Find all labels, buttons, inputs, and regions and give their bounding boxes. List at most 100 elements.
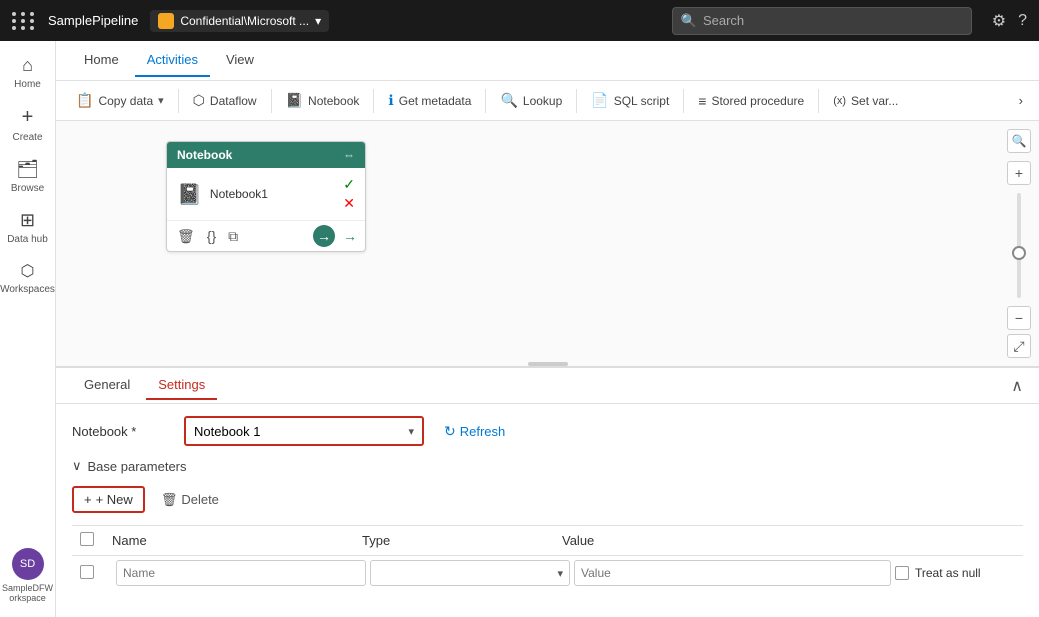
panel-collapse-button[interactable]: ∧ (1011, 376, 1023, 396)
node-label: Notebook1 (210, 187, 268, 201)
refresh-button[interactable]: ↻ Refresh (436, 419, 513, 444)
panel-tabs: General Settings ∧ (56, 368, 1039, 404)
zoom-slider[interactable] (1017, 193, 1021, 298)
col-type-header: Type (362, 533, 562, 548)
notebook-select-chevron-icon: ▾ (408, 425, 414, 438)
tab-settings[interactable]: Settings (146, 371, 217, 400)
node-actions: 🗑 {} ⧉ → → (167, 220, 365, 251)
set-var-button[interactable]: (x) Set var... (825, 90, 906, 112)
browse-icon: 🗂 (16, 159, 39, 180)
settings-icon[interactable]: ⚙ (992, 11, 1006, 31)
bottom-panel: General Settings ∧ Notebook * Notebook 1… (56, 367, 1039, 617)
tab-general[interactable]: General (72, 371, 142, 400)
stored-procedure-button[interactable]: ≡ Stored procedure (690, 89, 812, 113)
value-input[interactable] (574, 560, 891, 586)
notebook-button[interactable]: 📓 Notebook (278, 88, 368, 113)
toolbar-more-button[interactable]: › (1015, 89, 1027, 112)
tab-activities[interactable]: Activities (135, 44, 210, 77)
base-params-label: Base parameters (88, 459, 187, 474)
copy-data-icon: 📋 (76, 92, 93, 109)
lookup-label: Lookup (523, 94, 562, 108)
toolbar-divider-7 (818, 89, 819, 113)
search-icon: 🔍 (681, 13, 697, 29)
search-bar[interactable]: 🔍 Search (672, 7, 972, 35)
node-body: 📓 Notebook1 ✓ ✕ (167, 168, 365, 220)
node-copy-icon[interactable]: ⧉ (226, 226, 240, 247)
sidebar-item-browse[interactable]: 🗂 Browse (2, 153, 54, 200)
topbar: SamplePipeline Confidential\Microsoft ..… (0, 0, 1039, 41)
main-content: Home Activities View 📋 Copy data ▾ ⬡ Dat… (56, 41, 1039, 617)
toolbar-divider-5 (576, 89, 577, 113)
base-parameters-section: ∨ Base parameters (72, 458, 1023, 474)
help-icon[interactable]: ? (1018, 12, 1027, 30)
base-params-header[interactable]: ∨ Base parameters (72, 458, 1023, 474)
node-code-icon[interactable]: {} (205, 226, 218, 246)
new-label: + New (96, 492, 133, 507)
tab-view[interactable]: View (214, 44, 266, 77)
pipeline-title: SamplePipeline (48, 13, 138, 28)
settings-content: Notebook * Notebook 1 ▾ ↻ Refresh ∨ Base… (56, 404, 1039, 617)
sidebar-item-browse-label: Browse (11, 183, 44, 194)
set-var-icon: (x) (833, 95, 846, 107)
tab-home[interactable]: Home (72, 44, 131, 77)
delete-param-button[interactable]: 🗑 Delete (153, 488, 227, 512)
search-placeholder: Search (703, 13, 744, 28)
sidebar-item-workspace-name[interactable]: SD SampleDFWorkspace (2, 542, 54, 609)
row-select-checkbox[interactable] (80, 565, 94, 579)
sidebar-item-create[interactable]: + Create (2, 100, 54, 149)
zoom-out-button[interactable]: − (1007, 306, 1031, 330)
name-input[interactable] (116, 560, 366, 586)
node-resize-icon[interactable]: ⇔ (343, 148, 355, 162)
dataflow-icon: ⬡ (193, 92, 205, 109)
select-all-checkbox[interactable] (80, 532, 94, 546)
get-metadata-label: Get metadata (399, 94, 472, 108)
workspace-avatar: SD (12, 548, 44, 580)
zoom-in-button[interactable]: + (1007, 161, 1031, 185)
get-metadata-button[interactable]: ℹ Get metadata (380, 88, 479, 113)
sidebar-item-home[interactable]: ⌂ Home (2, 49, 54, 96)
zoom-slider-thumb[interactable] (1012, 246, 1026, 260)
zoom-fit-button[interactable]: ⤢ (1007, 334, 1031, 358)
delete-label: Delete (181, 492, 219, 507)
sidebar-item-create-label: Create (12, 132, 42, 143)
node-delete-icon[interactable]: 🗑 (175, 226, 197, 247)
sidebar-item-datahub-label: Data hub (7, 234, 48, 245)
type-select[interactable]: ▾ (370, 560, 570, 586)
sidebar-item-workspaces-label: Workspaces (0, 284, 55, 295)
col-value-header: Value (562, 533, 895, 548)
toolbar: 📋 Copy data ▾ ⬡ Dataflow 📓 Notebook ℹ Ge… (56, 81, 1039, 121)
workspaces-icon: ⬡ (21, 261, 35, 281)
app-dots-icon[interactable] (12, 12, 36, 30)
copy-data-label: Copy data (98, 94, 153, 108)
set-var-label: Set var... (851, 94, 898, 108)
treat-null-checkbox[interactable] (895, 566, 909, 580)
notebook-field-label: Notebook * (72, 424, 172, 439)
notebook-select[interactable]: Notebook 1 ▾ (184, 416, 424, 446)
dataflow-button[interactable]: ⬡ Dataflow (185, 88, 265, 113)
workspace-chevron-icon: ▾ (315, 14, 321, 28)
sidebar-item-workspaces[interactable]: ⬡ Workspaces (2, 255, 54, 301)
topbar-right: ⚙ ? (992, 11, 1027, 31)
sidebar-item-workspace-label: SampleDFWorkspace (2, 583, 53, 603)
copy-data-chevron-icon: ▾ (158, 94, 164, 107)
sql-script-button[interactable]: 📄 SQL script (583, 88, 677, 113)
datahub-icon: ⊞ (20, 210, 35, 231)
sidebar-item-datahub[interactable]: ⊞ Data hub (2, 204, 54, 251)
toolbar-divider-1 (178, 89, 179, 113)
col-checkbox-header (80, 532, 112, 549)
notebook-select-value: Notebook 1 (194, 424, 261, 439)
toolbar-divider-4 (485, 89, 486, 113)
stored-procedure-icon: ≡ (698, 93, 706, 109)
copy-data-button[interactable]: 📋 Copy data ▾ (68, 88, 172, 113)
workspace-selector[interactable]: Confidential\Microsoft ... ▾ (150, 10, 329, 32)
node-connect-icon[interactable]: → (343, 228, 357, 244)
sidebar-item-home-label: Home (14, 79, 41, 90)
params-toolbar: + + New 🗑 Delete (72, 486, 1023, 513)
panel-divider[interactable] (528, 362, 568, 366)
notebook-label: Notebook (308, 94, 359, 108)
lookup-button[interactable]: 🔍 Lookup (492, 88, 570, 113)
table-header: Name Type Value (72, 526, 1023, 556)
node-run-icon[interactable]: → (313, 225, 335, 247)
zoom-search-button[interactable]: 🔍 (1007, 129, 1031, 153)
new-param-button[interactable]: + + New (72, 486, 145, 513)
